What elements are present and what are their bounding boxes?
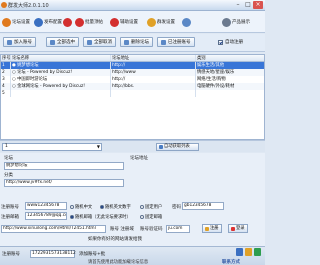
toolbar-red-action[interactable] xyxy=(63,15,72,29)
radio-icon xyxy=(70,205,74,209)
red-dot-icon xyxy=(63,17,72,27)
login-button[interactable]: 登录 xyxy=(228,224,248,233)
toolbar-forum-settings[interactable]: 论坛设置 xyxy=(2,15,30,29)
toolbar-publish-config[interactable]: 发布配置 xyxy=(34,15,62,29)
main-toolbar: 论坛设置 发布配置 批量顶帖 辅助设置 群发设置 产品展示 xyxy=(0,11,265,33)
fixed-user-radio[interactable]: 固定用户 xyxy=(140,204,162,210)
forum-table[interactable]: 序号 论坛名称 论坛地址 类别 1 ● 姚梦想论坛 http:// 娱乐生活/其… xyxy=(0,54,265,140)
radio-icon xyxy=(140,205,144,209)
forum-url-caption: 分类 xyxy=(4,173,13,178)
status-mid-label: 添加账号+批 xyxy=(79,252,106,257)
forum-name-field[interactable]: 姚梦想论坛 xyxy=(4,162,124,170)
forum-detail-form: 论坛 论坛地址 姚梦想论坛 分类 http://www.jv#fx.net/ 注… xyxy=(0,153,265,246)
fixed-email-radio[interactable]: 固定邮箱 xyxy=(140,214,162,220)
forum-icon xyxy=(2,17,11,27)
delete-icon xyxy=(124,39,129,45)
maximize-button[interactable]: □ xyxy=(243,1,253,9)
deselect-all-button[interactable]: 全部取消 xyxy=(83,37,116,47)
tip-text: 如果你有好的网站请发给我 xyxy=(88,237,142,242)
account-label: 注册账号 xyxy=(1,205,19,210)
chevron-down-icon: ▼ xyxy=(96,144,100,149)
register-button[interactable]: 注册 xyxy=(202,224,222,233)
status-bar: 注册账号 1722931573138112 添加账号+批 请首先使用此功能加载论… xyxy=(0,246,265,265)
toolbar-product[interactable]: 产品展示 xyxy=(222,15,250,29)
tray-icons xyxy=(236,248,262,258)
select-icon xyxy=(50,39,55,45)
account-field[interactable]: www12345678 xyxy=(25,202,67,210)
select-all-button[interactable]: 全部选中 xyxy=(46,37,79,47)
column-header[interactable]: 论坛名称 xyxy=(11,55,111,61)
verify-label: 账号验证码 xyxy=(140,227,163,232)
filter-bar: 1 ▼ 自动获取列表 xyxy=(0,140,265,152)
random-email-radio[interactable]: 随机邮箱（无此论坛要求时） xyxy=(70,214,131,220)
volume-icon[interactable] xyxy=(245,248,252,256)
account-icon xyxy=(161,39,166,45)
assist-icon xyxy=(110,17,119,27)
toolbar-assist-settings[interactable]: 辅助设置 xyxy=(110,15,138,29)
delete-forum-button[interactable]: 删除论坛 xyxy=(120,37,153,47)
deselect-icon xyxy=(87,39,92,45)
radio-icon xyxy=(70,215,74,219)
window-title: 群发大师2.0.1.10 xyxy=(8,3,49,9)
contact-link[interactable]: 联系方式 xyxy=(222,259,240,265)
column-header[interactable]: 序号 xyxy=(1,55,11,61)
table-row[interactable]: 3 ○ 中国即时游论坛 http:// 网络/生活/购物 xyxy=(1,76,264,83)
publish-icon xyxy=(34,17,43,27)
forum-address-label: 论坛地址 xyxy=(130,156,148,161)
table-row[interactable]: 5 xyxy=(1,90,264,97)
table-row[interactable]: 1 ● 姚梦想论坛 http:// 娱乐生活/其他 xyxy=(1,62,264,69)
status-caption: 注册账号 xyxy=(2,252,20,257)
mass-send-icon xyxy=(147,17,156,27)
toolbar-user[interactable] xyxy=(182,15,191,29)
forum-url-field[interactable]: http://www.jv#fx.net/ xyxy=(4,179,124,187)
register-icon xyxy=(205,226,209,231)
shield-icon[interactable] xyxy=(254,248,261,256)
radio-icon xyxy=(100,205,104,209)
email-label: 注册邮箱 xyxy=(1,215,19,220)
column-header[interactable]: 类别 xyxy=(196,55,264,61)
close-button[interactable]: × xyxy=(253,1,263,9)
random-chinese-radio[interactable]: 随机中文 xyxy=(70,204,92,210)
domain-caption: 账号 注册域 xyxy=(110,227,134,232)
table-row[interactable]: 2 ○ 论坛 - Powered by Discuz! http://www 情… xyxy=(1,69,264,76)
password-field[interactable]: gb12345678 xyxy=(182,202,224,210)
minimize-button[interactable]: – xyxy=(233,1,243,9)
toolbar-mass-send[interactable]: 群发设置 xyxy=(147,15,175,29)
post-url-field[interactable]: http://www.xinuilong.com/Html/T2451.html xyxy=(1,225,106,233)
add-account-button[interactable]: 加入账号 xyxy=(3,37,36,47)
radio-icon xyxy=(140,215,144,219)
fetch-icon xyxy=(159,145,163,149)
toolbar-bulk-bump[interactable]: 批量顶帖 xyxy=(75,15,103,29)
add-icon xyxy=(7,39,12,45)
random-alnum-radio[interactable]: 随机英文数字 xyxy=(100,204,131,210)
network-icon[interactable] xyxy=(236,248,243,256)
registered-accounts-button[interactable]: 已注册账号 xyxy=(157,37,195,47)
checkbox-icon xyxy=(218,39,223,45)
user-icon xyxy=(182,17,191,27)
bump-icon xyxy=(75,17,84,27)
forum-name-label: 论坛 xyxy=(4,156,13,161)
auto-register-checkbox[interactable]: 自动注册 xyxy=(218,39,243,45)
column-header[interactable]: 论坛地址 xyxy=(111,55,196,61)
status-input[interactable]: 1722931573138112 xyxy=(30,250,76,258)
status-note: 请首先使用此功能加载论坛信息 xyxy=(88,260,149,265)
app-icon xyxy=(1,2,7,8)
auto-fetch-button[interactable]: 自动获取列表 xyxy=(156,143,199,151)
password-label: 密码 xyxy=(172,205,181,210)
product-icon xyxy=(222,17,231,27)
title-bar: 群发大师2.0.1.10 – □ × xyxy=(0,0,265,11)
table-row[interactable]: 4 ○ 金球网论坛 - Powered by Discuz! http://bb… xyxy=(1,83,264,90)
table-header: 序号 论坛名称 论坛地址 类别 xyxy=(1,55,264,62)
action-bar: 加入账号 全部选中 全部取消 删除论坛 已注册账号 自动注册 xyxy=(0,34,265,52)
verify-field[interactable]: ju.com xyxy=(166,225,190,233)
email-field[interactable]: 123456789@qq.com xyxy=(25,212,67,220)
login-icon xyxy=(231,226,235,231)
forum-dropdown[interactable]: 1 ▼ xyxy=(2,143,102,151)
